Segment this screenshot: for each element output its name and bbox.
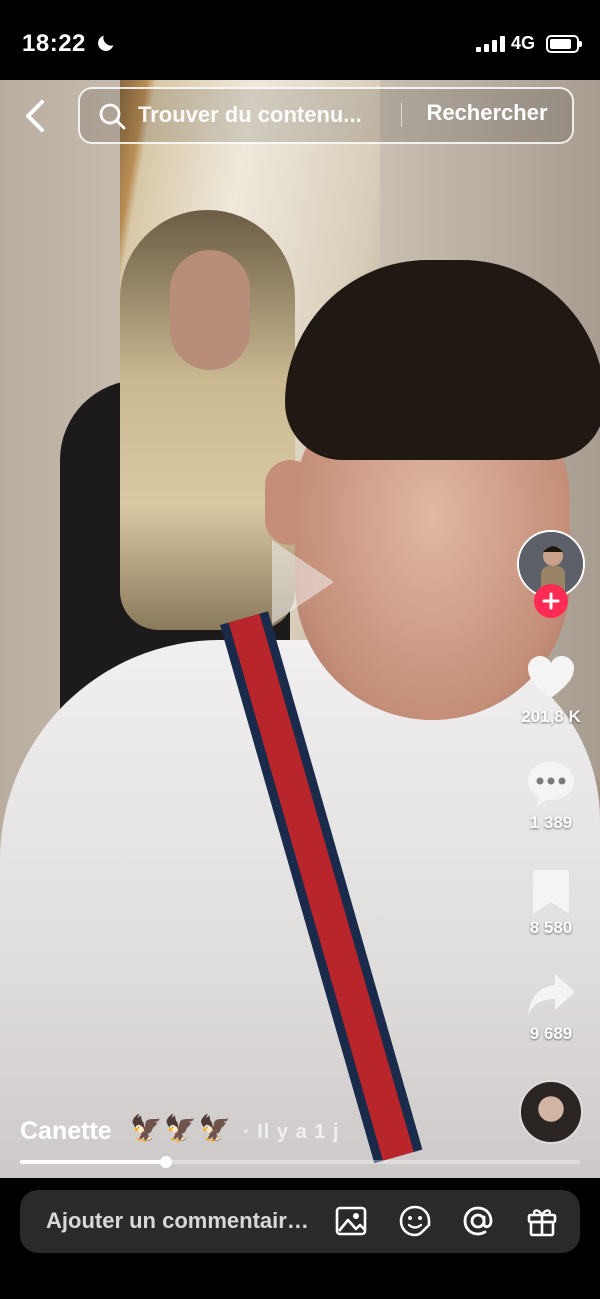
network-type: 4G <box>511 33 536 53</box>
caption-time: · Il y a 1 j <box>243 1121 340 1143</box>
moon-icon <box>98 35 114 51</box>
like-count: 201,8 K <box>521 707 581 726</box>
bookmark-count: 8 580 <box>529 918 573 937</box>
search-icon <box>99 103 126 130</box>
bookmark-icon[interactable] <box>525 866 577 918</box>
search-input[interactable]: Trouver du contenu... <box>138 102 390 128</box>
plus-icon <box>542 592 560 610</box>
heart-icon[interactable] <box>525 652 577 704</box>
progress-fill <box>20 1160 166 1164</box>
share-icon[interactable] <box>525 970 577 1022</box>
signal-icon <box>476 36 505 52</box>
progress-handle[interactable] <box>159 1156 172 1168</box>
follow-button[interactable] <box>534 584 568 618</box>
battery-icon <box>546 35 582 53</box>
search-button[interactable]: Rechercher <box>411 100 563 126</box>
share-count: 9 689 <box>529 1024 573 1043</box>
image-icon[interactable] <box>334 1204 368 1238</box>
comment-icon[interactable] <box>525 758 577 810</box>
comment-count: 1 389 <box>529 813 573 832</box>
status-time: 18:22 <box>22 30 86 57</box>
emoji-icon[interactable] <box>398 1204 432 1238</box>
search-divider <box>401 103 402 127</box>
mention-icon[interactable] <box>461 1204 495 1238</box>
play-icon[interactable] <box>262 532 342 632</box>
back-icon[interactable] <box>20 97 50 135</box>
gift-icon[interactable] <box>525 1204 559 1238</box>
comment-placeholder[interactable]: Ajouter un commentaire... <box>46 1208 314 1234</box>
caption-author[interactable]: Canette <box>20 1117 112 1146</box>
music-disc[interactable] <box>519 1080 583 1144</box>
video-progress-bar[interactable] <box>20 1156 580 1168</box>
status-bar: 18:22 4G <box>0 0 600 80</box>
caption-emojis: 🦅🦅🦅 <box>130 1113 234 1143</box>
